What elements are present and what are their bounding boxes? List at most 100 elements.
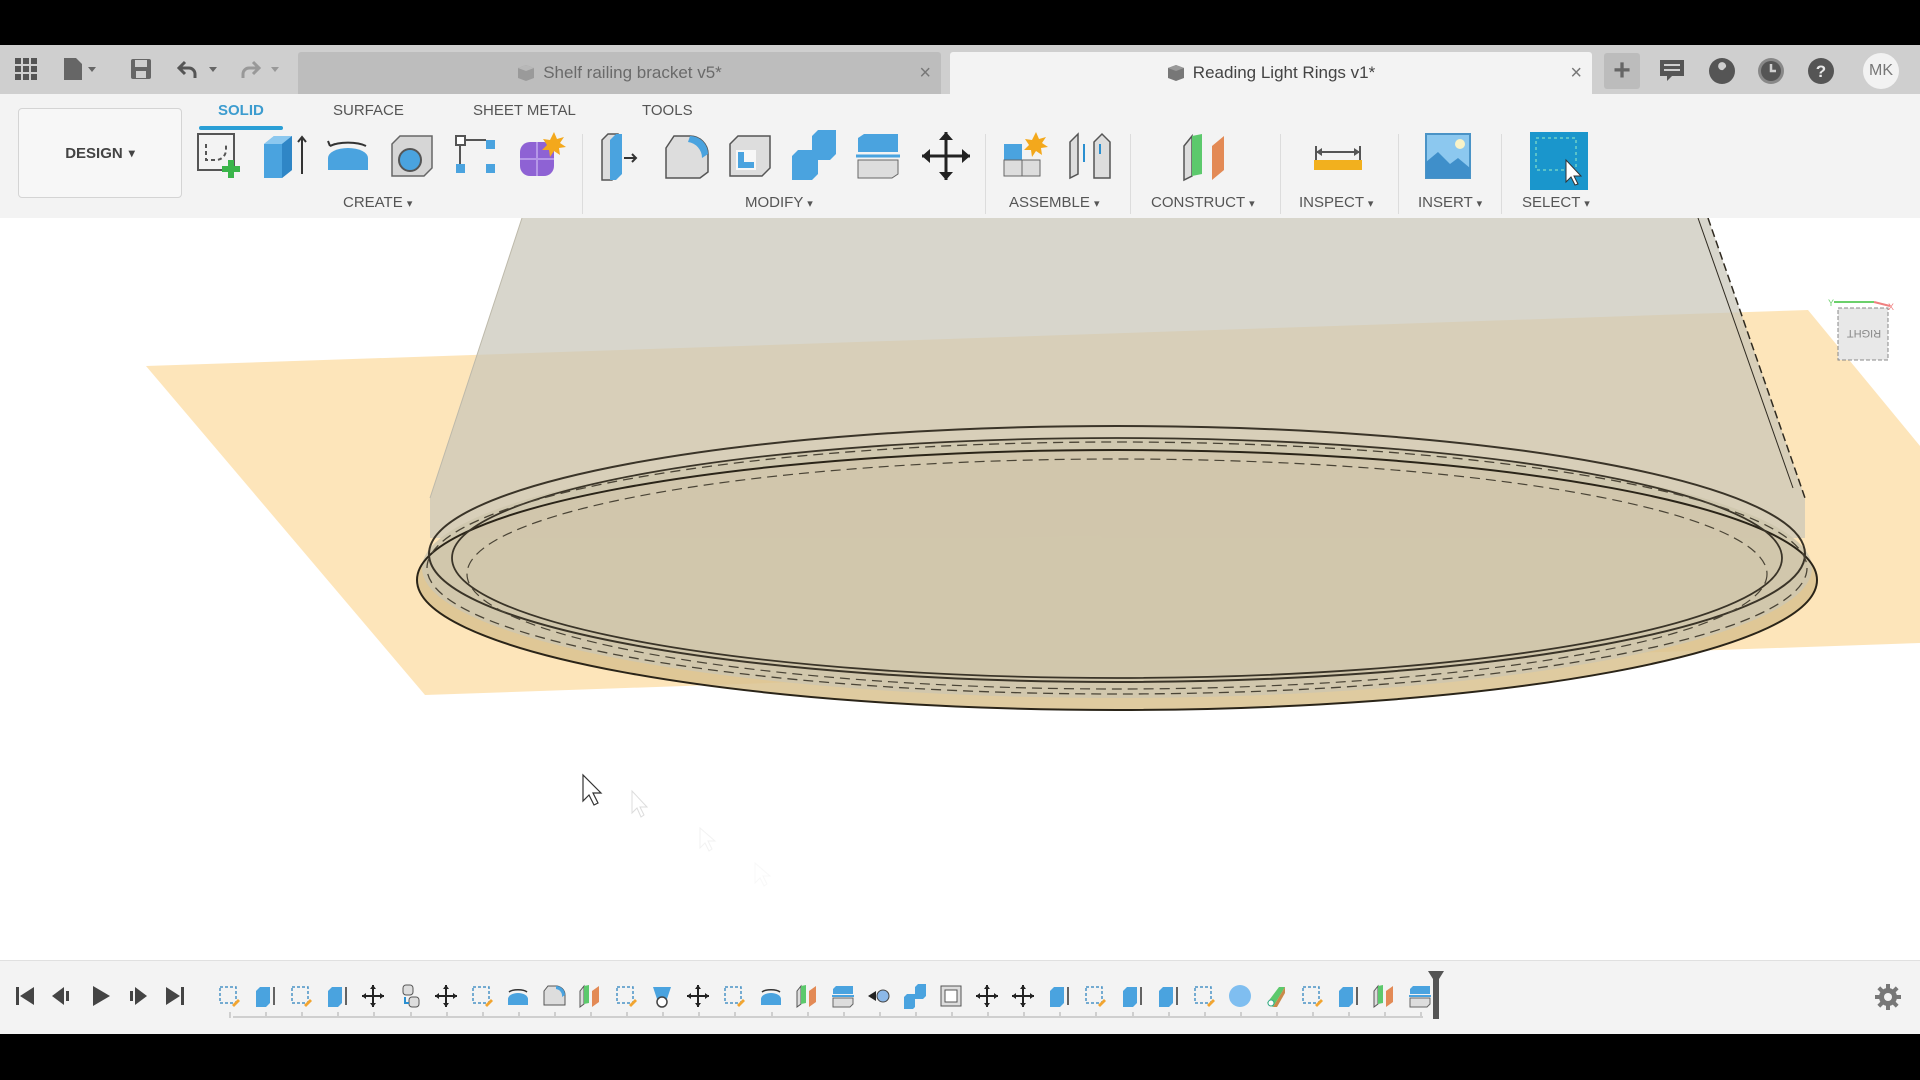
tab-solid[interactable]: SOLID: [218, 102, 264, 119]
plus-icon: +: [1613, 54, 1631, 87]
file-icon: [64, 58, 96, 80]
workspace-switcher[interactable]: DESIGN ▾: [18, 108, 182, 198]
fusion-app-window: Shelf railing bracket v5* × Reading Ligh…: [0, 45, 1920, 1034]
create-form-icon[interactable]: [514, 130, 566, 182]
timeline-feature-extrude-icon[interactable]: [1335, 983, 1361, 1009]
svg-text:?: ?: [1816, 62, 1826, 81]
user-avatar[interactable]: MK: [1863, 53, 1899, 89]
design-document-icon: [1167, 65, 1184, 81]
revolve-icon[interactable]: [322, 130, 374, 182]
move-copy-icon[interactable]: [920, 130, 972, 182]
offset-plane-icon[interactable]: [1180, 130, 1232, 182]
timeline-feature-sketch-icon[interactable]: [1299, 983, 1325, 1009]
timeline-feature-sweep-icon[interactable]: [1263, 983, 1289, 1009]
apps-grid-icon[interactable]: [12, 55, 40, 83]
split-body-icon[interactable]: [852, 130, 904, 182]
divider: [1398, 134, 1399, 214]
tab-surface[interactable]: SURFACE: [333, 102, 404, 119]
tab-shelf-railing-bracket[interactable]: Shelf railing bracket v5* ×: [298, 52, 941, 94]
timeline-feature-plane-icon[interactable]: [794, 983, 820, 1009]
create-menu[interactable]: CREATE ▾: [343, 194, 412, 211]
timeline-feature-revolve-icon[interactable]: [505, 983, 531, 1009]
timeline-feature-plane-icon[interactable]: [1371, 983, 1397, 1009]
extensions-wrench-icon[interactable]: [1708, 57, 1736, 85]
assemble-menu[interactable]: ASSEMBLE ▾: [1009, 194, 1100, 211]
new-tab-button[interactable]: +: [1604, 53, 1640, 89]
measure-icon[interactable]: [1312, 130, 1364, 182]
construct-menu[interactable]: CONSTRUCT ▾: [1151, 194, 1255, 211]
file-menu-button[interactable]: [60, 55, 100, 83]
timeline-feature-combine-icon[interactable]: [902, 983, 928, 1009]
comments-icon[interactable]: [1658, 57, 1686, 85]
redo-icon: [241, 60, 279, 78]
undo-button[interactable]: [176, 55, 222, 83]
timeline-feature-extrude-icon[interactable]: [1119, 983, 1145, 1009]
pattern-icon[interactable]: [450, 130, 502, 182]
timeline-feature-extrude-icon[interactable]: [1155, 983, 1181, 1009]
timeline-marker-handle[interactable]: [1428, 971, 1444, 1019]
new-component-icon[interactable]: [1000, 130, 1052, 182]
step-back-icon[interactable]: [50, 983, 76, 1009]
caret-down-icon: ▾: [128, 146, 135, 160]
viewcube-face-label[interactable]: RIGHT: [1844, 327, 1884, 339]
hole-icon[interactable]: [386, 130, 438, 182]
select-menu[interactable]: SELECT ▾: [1522, 194, 1590, 211]
tab-sheet-metal[interactable]: SHEET METAL: [473, 102, 576, 119]
joint-icon[interactable]: [1064, 130, 1116, 182]
timeline-feature-sketch-icon[interactable]: [721, 983, 747, 1009]
redo-button[interactable]: [238, 55, 284, 83]
timeline-feature-sketch-icon[interactable]: [613, 983, 639, 1009]
insert-image-icon[interactable]: [1424, 130, 1476, 182]
timeline-feature-extrude-icon[interactable]: [252, 983, 278, 1009]
timeline-feature-split-icon[interactable]: [830, 983, 856, 1009]
3d-viewport[interactable]: Y X RIGHT: [0, 218, 1920, 960]
timeline-feature-sphere-icon[interactable]: [1227, 983, 1253, 1009]
press-pull-icon[interactable]: [596, 130, 648, 182]
timeline-feature-fillet-icon[interactable]: [541, 983, 567, 1009]
close-tab-icon[interactable]: ×: [919, 62, 931, 85]
close-tab-icon[interactable]: ×: [1570, 62, 1582, 85]
cursor-trail: [699, 826, 717, 852]
shell-icon[interactable]: [724, 130, 776, 182]
timeline-feature-sketch-icon[interactable]: [1191, 983, 1217, 1009]
timeline-feature-move-icon[interactable]: [685, 983, 711, 1009]
timeline-feature-sketch-icon[interactable]: [288, 983, 314, 1009]
create-sketch-icon[interactable]: [194, 130, 246, 182]
timeline-feature-align-icon[interactable]: [397, 983, 423, 1009]
timeline-feature-move-icon[interactable]: [433, 983, 459, 1009]
fillet-icon[interactable]: [660, 130, 712, 182]
timeline-feature-shell-icon[interactable]: [938, 983, 964, 1009]
timeline-feature-revolve-icon[interactable]: [758, 983, 784, 1009]
timeline-feature-sketch-icon[interactable]: [469, 983, 495, 1009]
tab-reading-light-rings[interactable]: Reading Light Rings v1* ×: [950, 52, 1592, 94]
insert-menu[interactable]: INSERT ▾: [1418, 194, 1482, 211]
timeline-feature-move-icon[interactable]: [1010, 983, 1036, 1009]
timeline-feature-pin-icon[interactable]: [866, 983, 892, 1009]
timeline-feature-sketch-icon[interactable]: [216, 983, 242, 1009]
play-icon[interactable]: [88, 983, 114, 1009]
timeline-feature-extrude-icon[interactable]: [324, 983, 350, 1009]
viewcube[interactable]: Y X RIGHT: [1826, 298, 1896, 368]
select-tool-icon[interactable]: [1530, 132, 1588, 190]
divider: [1280, 134, 1281, 214]
save-icon[interactable]: [128, 55, 154, 83]
timeline-feature-extrude-icon[interactable]: [1046, 983, 1072, 1009]
timeline-feature-move-icon[interactable]: [360, 983, 386, 1009]
timeline-settings-gear-icon[interactable]: [1874, 983, 1902, 1011]
combine-icon[interactable]: [788, 130, 840, 182]
timeline-feature-plane-icon[interactable]: [577, 983, 603, 1009]
model-canvas[interactable]: [0, 218, 1920, 960]
inspect-menu[interactable]: INSPECT ▾: [1299, 194, 1373, 211]
modify-menu[interactable]: MODIFY ▾: [745, 194, 813, 211]
go-to-start-icon[interactable]: [12, 983, 38, 1009]
timeline-feature-sketch-icon[interactable]: [1082, 983, 1108, 1009]
step-forward-icon[interactable]: [124, 983, 150, 1009]
extrude-icon[interactable]: [258, 130, 310, 182]
timeline-feature-move-icon[interactable]: [974, 983, 1000, 1009]
timeline-feature-hole-icon[interactable]: [649, 983, 675, 1009]
job-status-clock-icon[interactable]: [1757, 57, 1785, 85]
help-icon[interactable]: ?: [1807, 57, 1835, 85]
tab-tools[interactable]: TOOLS: [642, 102, 693, 119]
workspace-label: DESIGN: [65, 144, 123, 162]
go-to-end-icon[interactable]: [162, 983, 188, 1009]
